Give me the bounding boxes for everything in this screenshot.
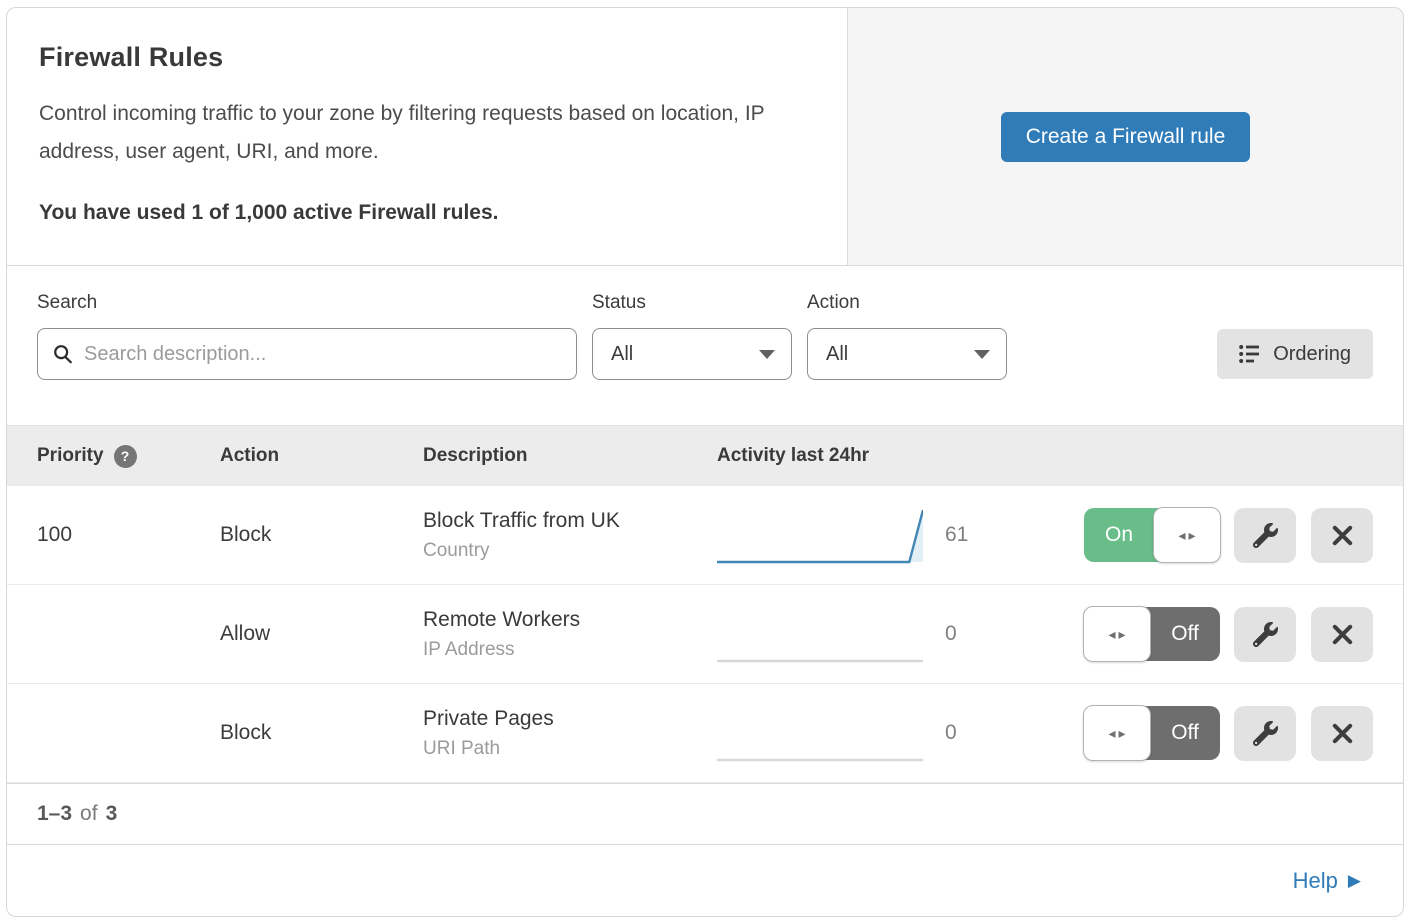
priority-help-icon[interactable]: ? <box>114 445 137 468</box>
toggle-state-label: Off <box>1150 607 1220 661</box>
toggle-drag-icon: ◂ <box>1108 626 1115 643</box>
pagination-total: 3 <box>106 802 118 826</box>
create-firewall-rule-button[interactable]: Create a Firewall rule <box>1001 112 1251 162</box>
ordering-button-label: Ordering <box>1273 343 1351 366</box>
column-header-activity: Activity last 24hr <box>717 445 1017 467</box>
help-bar: Help ▶ <box>7 844 1403 916</box>
search-input[interactable] <box>84 343 562 366</box>
chevron-down-icon <box>974 350 990 359</box>
help-link-label: Help <box>1293 868 1338 894</box>
rule-description-cell: Remote Workers IP Address <box>423 608 717 661</box>
rule-enabled-toggle[interactable]: Off ◂▸ <box>1084 706 1220 760</box>
rule-match-type: Country <box>423 540 717 562</box>
status-filter-group: Status All <box>592 292 792 380</box>
toggle-state-label: Off <box>1150 706 1220 760</box>
wrench-icon <box>1253 721 1278 746</box>
search-icon <box>52 343 74 365</box>
wrench-icon <box>1253 622 1278 647</box>
column-header-description: Description <box>423 445 717 467</box>
close-icon <box>1331 623 1354 646</box>
rule-match-type: IP Address <box>423 639 717 661</box>
toggle-knob[interactable]: ◂▸ <box>1153 507 1221 563</box>
action-selected-value: All <box>826 343 848 366</box>
action-filter-group: Action All <box>807 292 1007 380</box>
delete-rule-button[interactable] <box>1311 607 1373 662</box>
wrench-icon <box>1253 523 1278 548</box>
rule-description-cell: Block Traffic from UK Country <box>423 509 717 562</box>
pagination-of: of <box>80 802 98 826</box>
edit-rule-button[interactable] <box>1234 607 1296 662</box>
table-row: Block Private Pages URI Path 0 Off ◂▸ <box>7 684 1403 783</box>
activity-count: 61 <box>927 523 1017 547</box>
status-select[interactable]: All <box>592 328 792 380</box>
header-section: Firewall Rules Control incoming traffic … <box>7 8 1403 266</box>
toggle-state-label: On <box>1084 508 1154 562</box>
toggle-knob[interactable]: ◂▸ <box>1083 705 1151 761</box>
rule-priority: 100 <box>37 523 220 547</box>
activity-sparkline <box>717 505 923 565</box>
rule-enabled-toggle[interactable]: Off ◂▸ <box>1084 607 1220 661</box>
toggle-drag-icon: ▸ <box>1119 725 1126 742</box>
chevron-down-icon <box>759 350 775 359</box>
search-group: Search <box>37 292 577 380</box>
activity-count: 0 <box>927 721 1017 745</box>
page-description: Control incoming traffic to your zone by… <box>39 95 809 171</box>
search-box[interactable] <box>37 328 577 380</box>
status-label: Status <box>592 292 792 314</box>
search-label: Search <box>37 292 577 314</box>
ordering-button[interactable]: Ordering <box>1217 329 1373 379</box>
activity-sparkline <box>717 604 923 664</box>
edit-rule-button[interactable] <box>1234 508 1296 563</box>
activity-count: 0 <box>927 622 1017 646</box>
toggle-drag-icon: ▸ <box>1119 626 1126 643</box>
filter-bar: Search Status All Action All <box>7 266 1403 425</box>
rule-name: Remote Workers <box>423 608 717 632</box>
close-icon <box>1331 722 1354 745</box>
status-selected-value: All <box>611 343 633 366</box>
rule-description-cell: Private Pages URI Path <box>423 707 717 760</box>
column-header-priority: Priority <box>37 445 104 467</box>
pagination-range: 1–3 <box>37 802 72 826</box>
toggle-drag-icon: ◂ <box>1108 725 1115 742</box>
rule-name: Block Traffic from UK <box>423 509 717 533</box>
caret-right-icon: ▶ <box>1348 871 1361 891</box>
usage-note: You have used 1 of 1,000 active Firewall… <box>39 201 815 225</box>
activity-sparkline <box>717 703 923 763</box>
table-row: Allow Remote Workers IP Address 0 Off ◂▸ <box>7 585 1403 684</box>
toggle-drag-icon: ◂ <box>1178 527 1185 544</box>
help-link[interactable]: Help ▶ <box>1293 868 1361 894</box>
column-header-action: Action <box>220 445 423 467</box>
edit-rule-button[interactable] <box>1234 706 1296 761</box>
action-select[interactable]: All <box>807 328 1007 380</box>
delete-rule-button[interactable] <box>1311 508 1373 563</box>
table-row: 100 Block Block Traffic from UK Country … <box>7 486 1403 585</box>
firewall-rules-panel: Firewall Rules Control incoming traffic … <box>6 7 1404 917</box>
rule-action: Block <box>220 721 423 745</box>
close-icon <box>1331 524 1354 547</box>
toggle-drag-icon: ▸ <box>1189 527 1196 544</box>
delete-rule-button[interactable] <box>1311 706 1373 761</box>
rule-match-type: URI Path <box>423 738 717 760</box>
rule-action: Allow <box>220 622 423 646</box>
header-text-block: Firewall Rules Control incoming traffic … <box>7 8 847 265</box>
page-title: Firewall Rules <box>39 42 815 73</box>
pagination-bar: 1–3 of 3 <box>7 783 1403 844</box>
table-header-row: Priority ? Action Description Activity l… <box>7 425 1403 486</box>
rule-action: Block <box>220 523 423 547</box>
toggle-knob[interactable]: ◂▸ <box>1083 606 1151 662</box>
header-action-panel: Create a Firewall rule <box>847 8 1403 265</box>
ordering-list-icon <box>1239 344 1260 364</box>
rule-name: Private Pages <box>423 707 717 731</box>
rule-enabled-toggle[interactable]: On ◂▸ <box>1084 508 1220 562</box>
action-label: Action <box>807 292 1007 314</box>
